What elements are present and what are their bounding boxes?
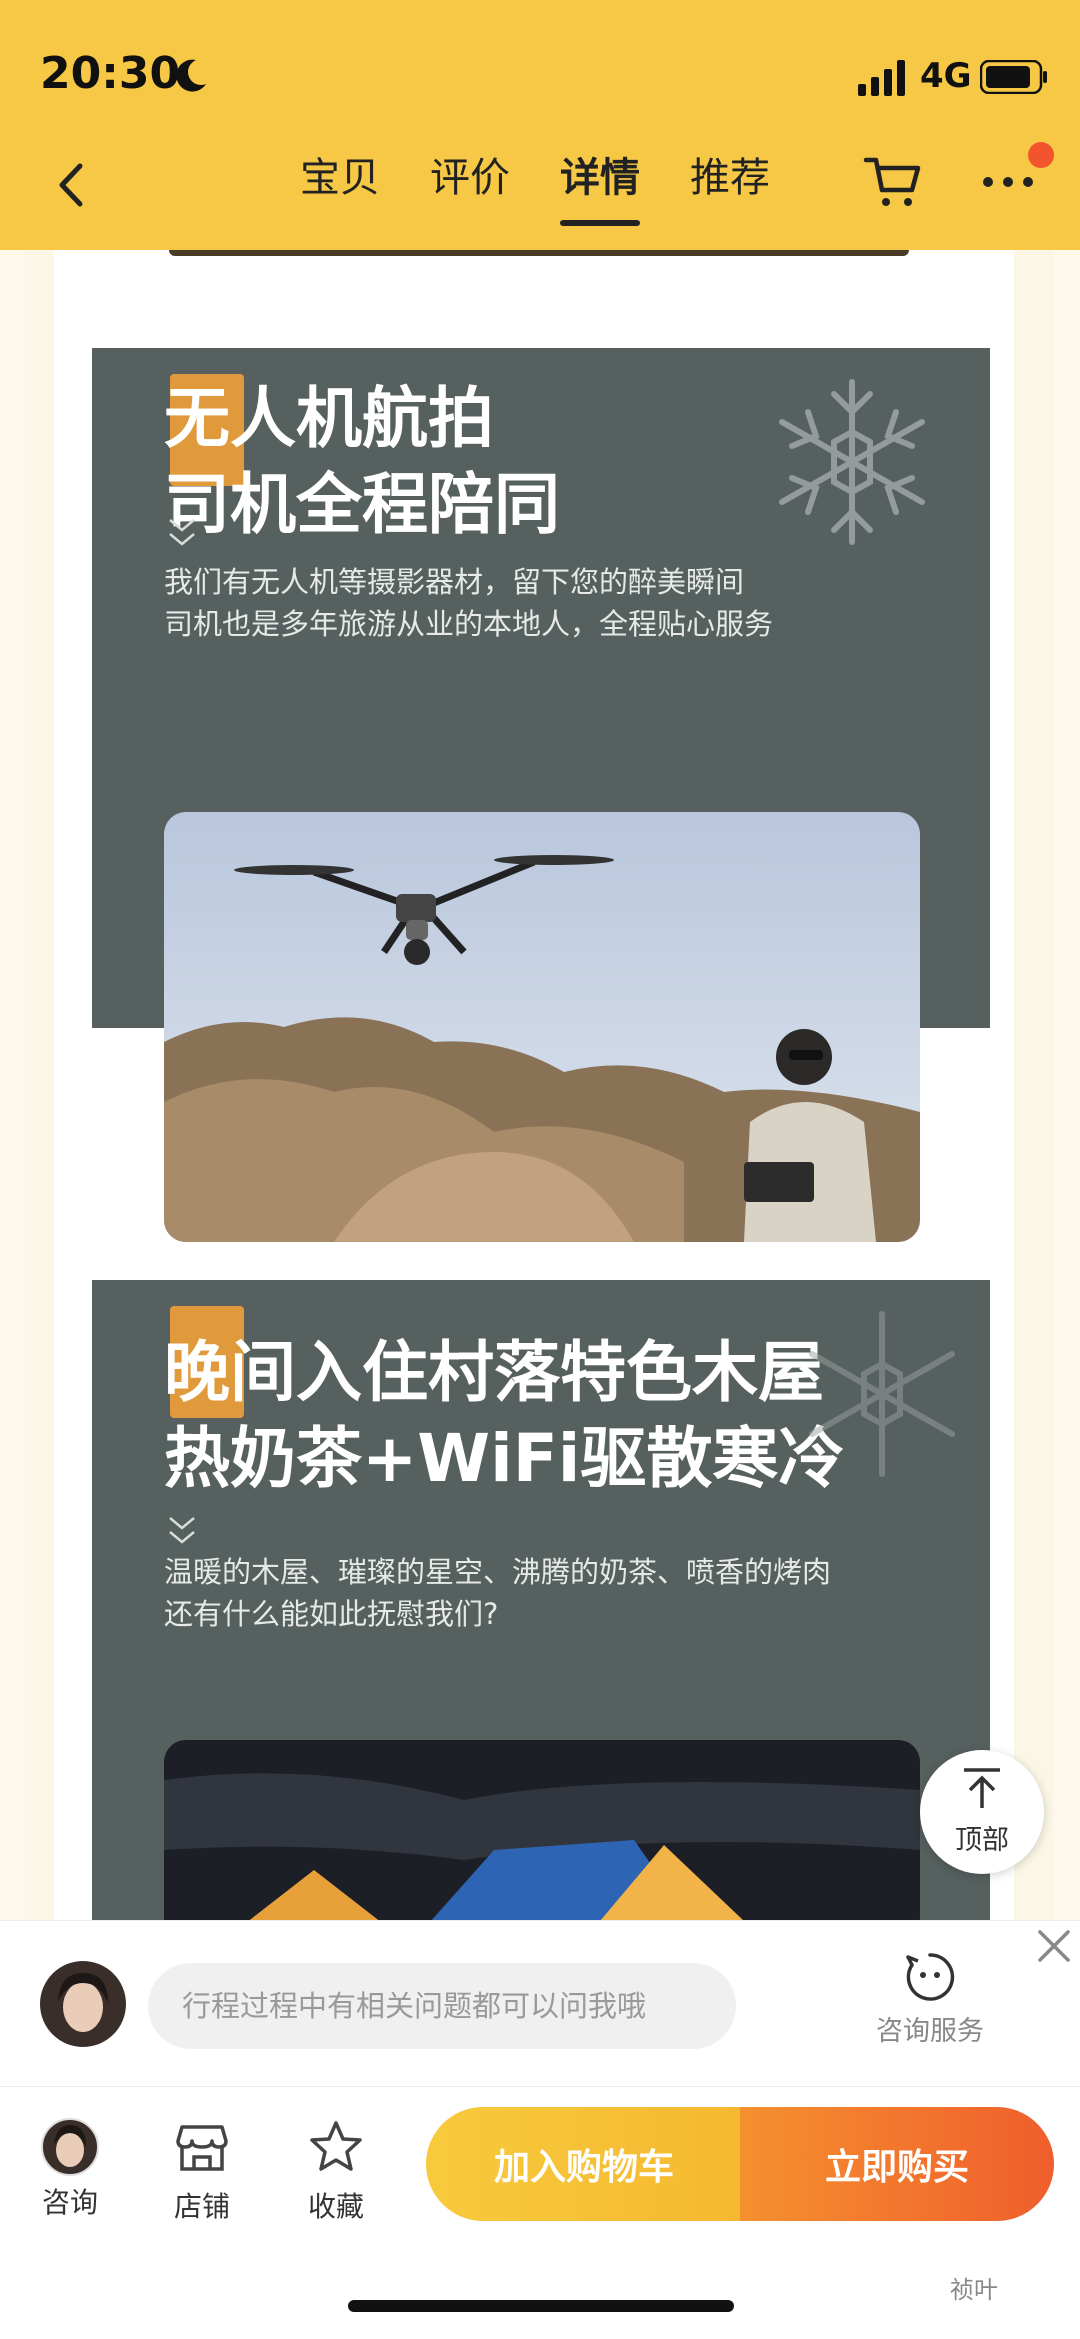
section-title-line2: 热奶茶+WiFi驱散寒冷 — [164, 1420, 845, 1497]
previous-image-edge — [169, 250, 909, 256]
product-tabs: 宝贝 评价 详情 推荐 — [300, 148, 770, 228]
snowflake-icon — [809, 1311, 955, 1477]
add-to-cart-button[interactable]: 加入购物车 — [426, 2107, 742, 2221]
network-type: 4G — [920, 56, 972, 96]
consult-service-button[interactable]: 咨询服务 — [868, 1951, 992, 2061]
star-icon — [310, 2121, 362, 2171]
shop-icon — [176, 2125, 228, 2171]
home-indicator — [348, 2300, 734, 2312]
double-chevron-icon — [169, 519, 195, 546]
drone-photo — [164, 812, 920, 1242]
consult-nav-item[interactable]: 咨询 — [20, 2117, 120, 2221]
back-to-top-button[interactable]: 顶部 — [920, 1750, 1044, 1874]
status-bar: 20:30 4G — [0, 0, 1080, 150]
more-icon[interactable] — [980, 172, 1036, 192]
section-desc-line2: 还有什么能如此抚慰我们? — [164, 1597, 499, 1631]
section-desc-line1: 温暖的木屋、璀璨的星空、沸腾的奶茶、喷香的烤肉 — [164, 1555, 832, 1589]
shop-label: 店铺 — [173, 2190, 230, 2223]
section-desc-line1: 我们有无人机等摄影器材，留下您的醉美瞬间 — [164, 565, 745, 599]
header-bar: 20:30 4G 宝贝 评价 详情 推荐 — [0, 0, 1080, 250]
status-time: 20:30 — [40, 48, 181, 99]
moon-icon — [176, 59, 206, 92]
snowflake-icon — [779, 379, 925, 545]
tab-recommend[interactable]: 推荐 — [690, 148, 770, 228]
consult-service-label: 咨询服务 — [876, 2016, 984, 2047]
watermark-text: 祯叶 — [950, 2276, 998, 2304]
tab-product[interactable]: 宝贝 — [300, 148, 380, 228]
double-chevron-icon — [169, 1517, 195, 1544]
favorite-nav-item[interactable]: 收藏 — [286, 2117, 386, 2225]
close-icon[interactable] — [1036, 1928, 1072, 1964]
back-arrow-icon[interactable] — [52, 160, 92, 210]
detail-content: 无人机航拍 司机全程陪同 我们有无人机等摄影器材，留下您的醉美瞬间 司机也是多年… — [24, 250, 1054, 1920]
consult-label: 咨询 — [41, 2186, 98, 2219]
section-title-line1: 晚间入住村落特色木屋 — [164, 1334, 824, 1411]
cabin-night-photo — [164, 1740, 920, 1920]
chat-input[interactable]: 行程过程中有相关问题都可以问我哦 — [148, 1963, 736, 2049]
section-title-line1: 无人机航拍 — [164, 380, 494, 457]
chat-bar: 行程过程中有相关问题都可以问我哦 咨询服务 — [0, 1920, 1080, 2086]
favorite-label: 收藏 — [307, 2190, 364, 2223]
tab-details[interactable]: 详情 — [560, 148, 640, 228]
signal-icon — [858, 60, 905, 96]
notification-dot — [1028, 142, 1054, 168]
section-title-line2: 司机全程陪同 — [164, 466, 560, 543]
tab-reviews[interactable]: 评价 — [430, 148, 510, 228]
section-desc-line2: 司机也是多年旅游从业的本地人，全程贴心服务 — [164, 607, 774, 641]
assistant-avatar[interactable] — [40, 1961, 126, 2047]
cart-icon[interactable] — [862, 152, 922, 212]
service-face-icon — [906, 1953, 955, 2001]
consult-avatar-icon — [40, 2117, 100, 2177]
buy-now-button[interactable]: 立即购买 — [740, 2107, 1054, 2221]
shop-nav-item[interactable]: 店铺 — [152, 2117, 252, 2225]
back-to-top-label: 顶部 — [955, 1825, 1009, 1856]
arrow-up-icon — [964, 1768, 1000, 1808]
battery-icon — [980, 60, 1047, 94]
